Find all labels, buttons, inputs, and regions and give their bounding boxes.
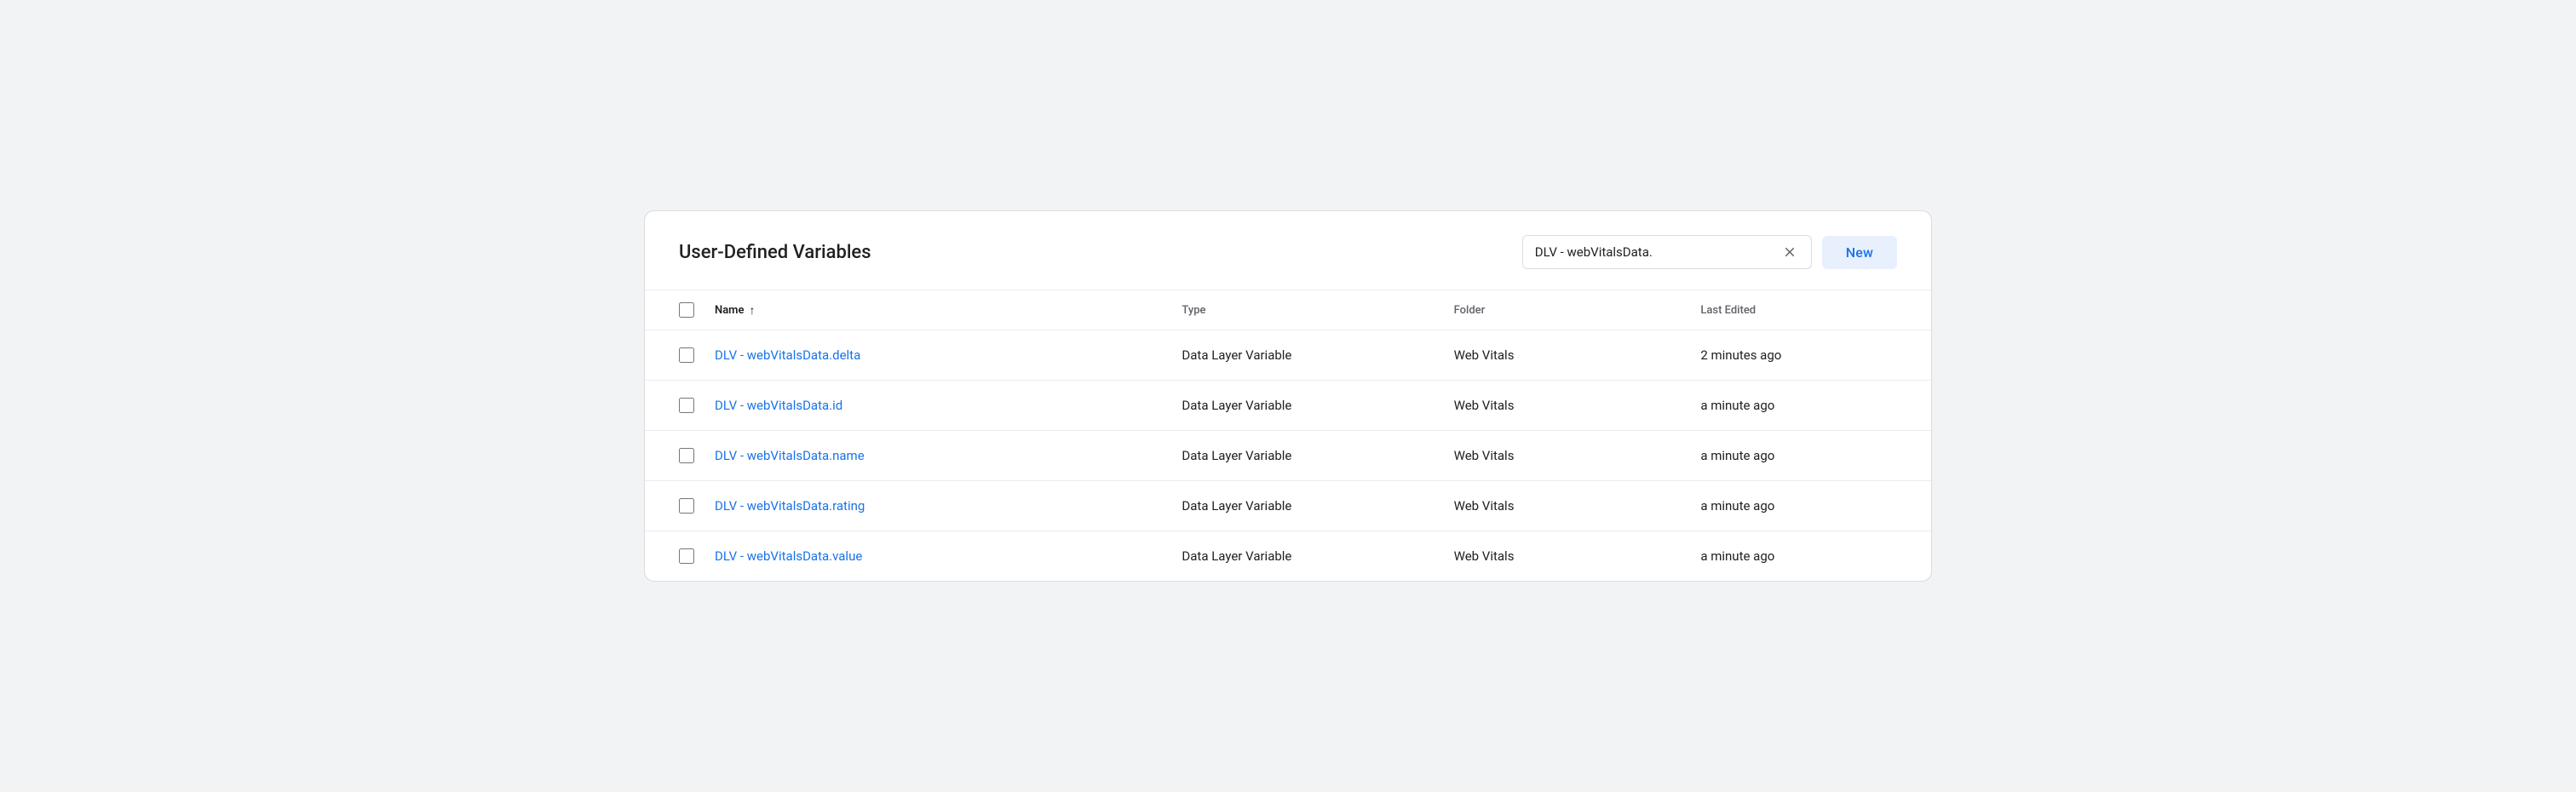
row-folder-cell: Web Vitals <box>1437 431 1684 481</box>
search-box <box>1522 235 1812 269</box>
row-edited-cell: a minute ago <box>1683 381 1931 431</box>
row-edited-cell: a minute ago <box>1683 531 1931 582</box>
main-panel: User-Defined Variables New <box>644 210 1932 582</box>
row-folder-cell: Web Vitals <box>1437 531 1684 582</box>
variables-table: Name ↑ Type Folder Last Edited <box>645 290 1931 581</box>
variable-link[interactable]: DLV - webVitalsData.value <box>715 548 862 564</box>
variable-link[interactable]: DLV - webVitalsData.rating <box>715 498 865 514</box>
row-name-cell: DLV - webVitalsData.id <box>694 381 1164 431</box>
variable-link[interactable]: DLV - webVitalsData.id <box>715 398 842 413</box>
variable-link[interactable]: DLV - webVitalsData.delta <box>715 347 860 363</box>
table-row: DLV - webVitalsData.value Data Layer Var… <box>645 531 1931 582</box>
close-icon <box>1782 244 1797 260</box>
row-name-cell: DLV - webVitalsData.value <box>694 531 1164 582</box>
sort-arrow-icon: ↑ <box>749 303 755 318</box>
row-folder-cell: Web Vitals <box>1437 381 1684 431</box>
row-type-cell: Data Layer Variable <box>1164 481 1436 531</box>
row-name-cell: DLV - webVitalsData.rating <box>694 481 1164 531</box>
th-type: Type <box>1164 290 1436 330</box>
table-row: DLV - webVitalsData.name Data Layer Vari… <box>645 431 1931 481</box>
search-input[interactable] <box>1535 244 1774 260</box>
row-checkbox-cell <box>645 431 694 481</box>
row-checkbox-cell <box>645 381 694 431</box>
page-title: User-Defined Variables <box>679 242 871 263</box>
th-checkbox <box>645 290 694 330</box>
row-edited-cell: a minute ago <box>1683 431 1931 481</box>
table-row: DLV - webVitalsData.rating Data Layer Va… <box>645 481 1931 531</box>
row-checkbox-cell <box>645 531 694 582</box>
row-name-cell: DLV - webVitalsData.name <box>694 431 1164 481</box>
row-folder-cell: Web Vitals <box>1437 481 1684 531</box>
table-row: DLV - webVitalsData.id Data Layer Variab… <box>645 381 1931 431</box>
row-type-cell: Data Layer Variable <box>1164 381 1436 431</box>
row-edited-cell: a minute ago <box>1683 481 1931 531</box>
row-folder-cell: Web Vitals <box>1437 330 1684 381</box>
table-row: DLV - webVitalsData.delta Data Layer Var… <box>645 330 1931 381</box>
th-folder: Folder <box>1437 290 1684 330</box>
row-edited-cell: 2 minutes ago <box>1683 330 1931 381</box>
row-checkbox[interactable] <box>679 347 694 363</box>
th-last-edited: Last Edited <box>1683 290 1931 330</box>
search-clear-button[interactable] <box>1780 243 1799 261</box>
row-checkbox[interactable] <box>679 398 694 413</box>
header: User-Defined Variables New <box>645 211 1931 290</box>
row-checkbox[interactable] <box>679 548 694 564</box>
row-type-cell: Data Layer Variable <box>1164 531 1436 582</box>
row-type-cell: Data Layer Variable <box>1164 431 1436 481</box>
new-button[interactable]: New <box>1822 236 1897 269</box>
row-checkbox-cell <box>645 330 694 381</box>
variable-link[interactable]: DLV - webVitalsData.name <box>715 448 865 463</box>
row-type-cell: Data Layer Variable <box>1164 330 1436 381</box>
row-checkbox-cell <box>645 481 694 531</box>
table-header-row: Name ↑ Type Folder Last Edited <box>645 290 1931 330</box>
th-name: Name ↑ <box>694 290 1164 330</box>
row-checkbox[interactable] <box>679 448 694 463</box>
select-all-checkbox[interactable] <box>679 302 694 318</box>
row-checkbox[interactable] <box>679 498 694 514</box>
row-name-cell: DLV - webVitalsData.delta <box>694 330 1164 381</box>
header-right: New <box>1522 235 1897 269</box>
